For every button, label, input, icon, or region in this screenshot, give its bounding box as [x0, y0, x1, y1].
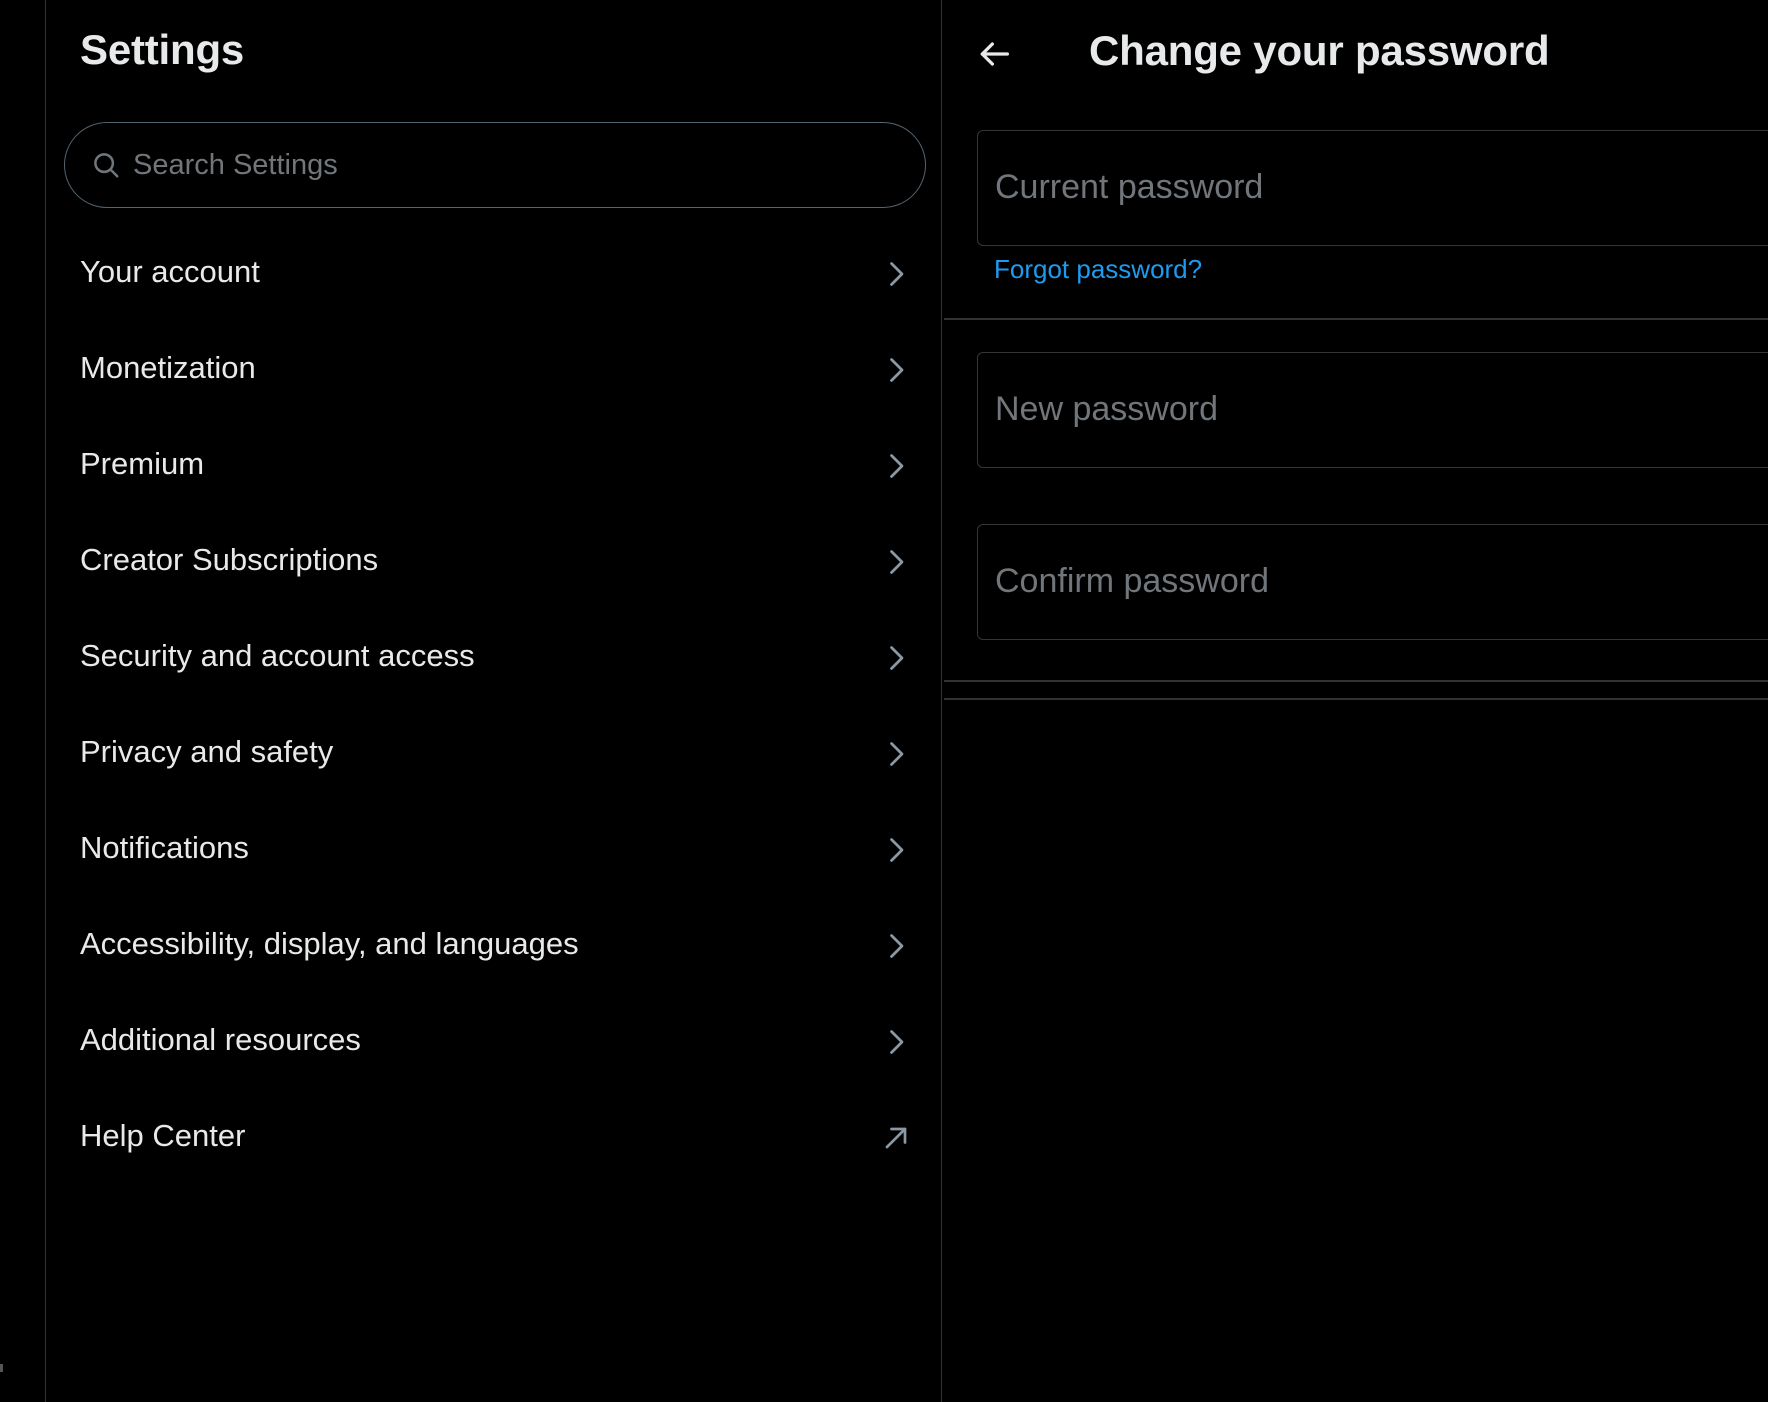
chevron-right-icon [878, 352, 914, 388]
forgot-password-link[interactable]: Forgot password? [994, 254, 1202, 285]
settings-item-creator-subscriptions[interactable]: Creator Subscriptions [46, 514, 941, 610]
search-box[interactable] [64, 122, 926, 208]
divider [944, 680, 1768, 682]
settings-item-label: Privacy and safety [80, 734, 334, 769]
settings-item-notifications[interactable]: Notifications [46, 802, 941, 898]
settings-item-label: Monetization [80, 350, 256, 385]
chevron-right-icon [878, 1024, 914, 1060]
settings-item-label: Help Center [80, 1118, 246, 1153]
settings-item-help-center[interactable]: Help Center [46, 1090, 941, 1186]
app-window: Settings Your account Monetization [0, 0, 1768, 1402]
settings-title: Settings [80, 26, 245, 73]
current-password-field[interactable] [977, 130, 1768, 246]
settings-item-security[interactable]: Security and account access [46, 610, 941, 706]
settings-panel: Settings Your account Monetization [45, 0, 942, 1402]
search-icon [91, 150, 121, 180]
settings-menu: Your account Monetization Premium Creato… [46, 226, 941, 1186]
chevron-right-icon [878, 640, 914, 676]
external-link-icon [878, 1120, 914, 1156]
settings-item-label: Additional resources [80, 1022, 361, 1057]
change-password-panel: Change your password Forgot password? [944, 0, 1768, 1402]
page-title: Change your password [1089, 27, 1550, 74]
settings-item-label: Your account [80, 254, 260, 289]
settings-item-label: Premium [80, 446, 205, 481]
settings-item-additional-resources[interactable]: Additional resources [46, 994, 941, 1090]
settings-item-privacy[interactable]: Privacy and safety [46, 706, 941, 802]
chevron-right-icon [878, 256, 914, 292]
search-input[interactable] [133, 123, 893, 207]
chevron-right-icon [878, 928, 914, 964]
new-password-input[interactable] [995, 353, 1768, 465]
confirm-password-input[interactable] [995, 525, 1768, 637]
new-password-field[interactable] [977, 352, 1768, 468]
chevron-right-icon [878, 832, 914, 868]
chevron-right-icon [878, 736, 914, 772]
current-password-input[interactable] [995, 131, 1768, 243]
back-arrow-icon[interactable] [974, 34, 1014, 74]
settings-item-your-account[interactable]: Your account [46, 226, 941, 322]
settings-item-monetization[interactable]: Monetization [46, 322, 941, 418]
divider [944, 318, 1768, 320]
settings-item-label: Notifications [80, 830, 249, 865]
divider [944, 698, 1768, 700]
left-edge-mark [0, 1364, 3, 1372]
settings-item-premium[interactable]: Premium [46, 418, 941, 514]
settings-item-label: Security and account access [80, 638, 475, 673]
chevron-right-icon [878, 544, 914, 580]
settings-item-accessibility[interactable]: Accessibility, display, and languages [46, 898, 941, 994]
confirm-password-field[interactable] [977, 524, 1768, 640]
settings-item-label: Creator Subscriptions [80, 542, 379, 577]
settings-item-label: Accessibility, display, and languages [80, 926, 579, 961]
chevron-right-icon [878, 448, 914, 484]
